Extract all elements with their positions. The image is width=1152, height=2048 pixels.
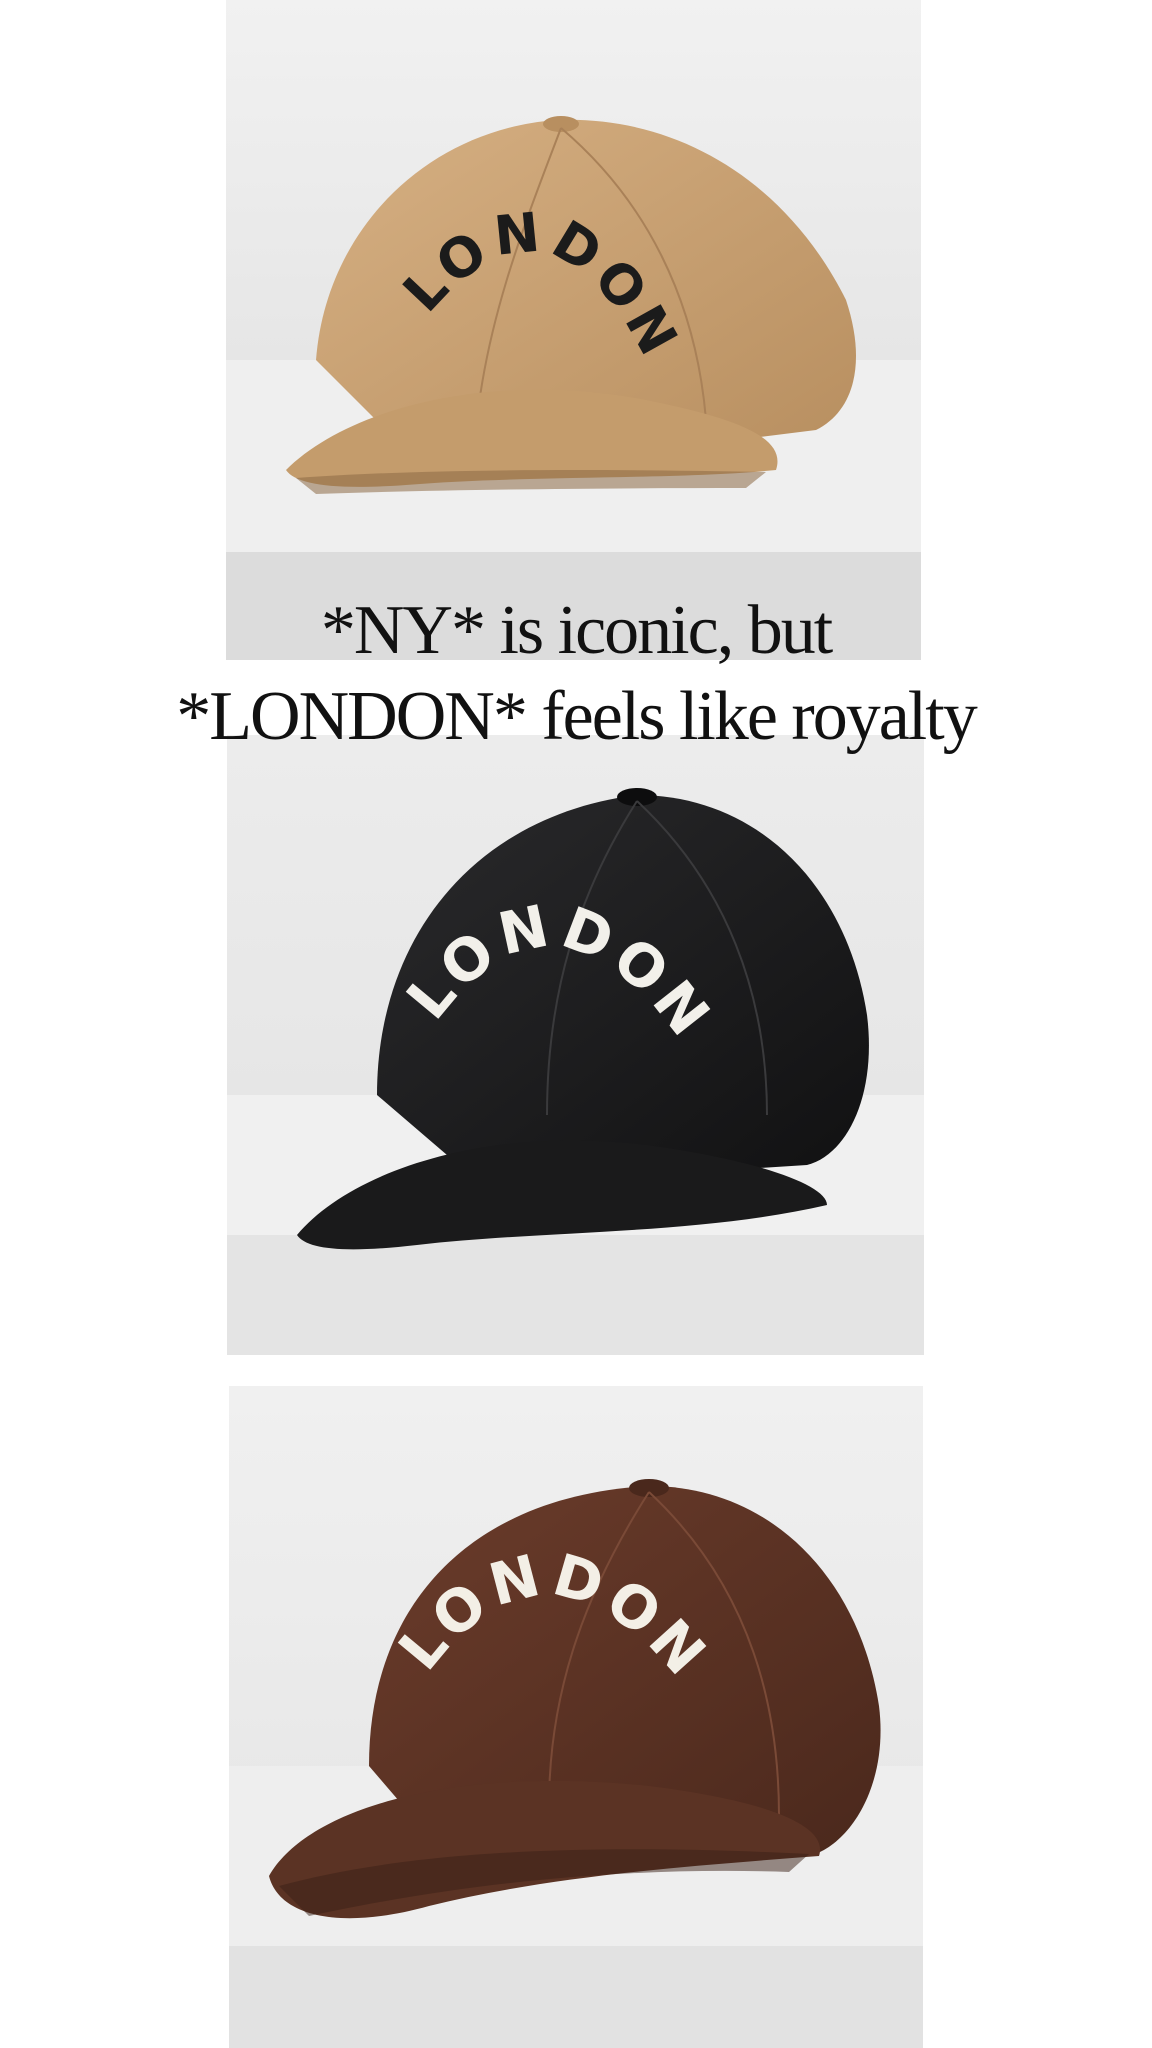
caption-line-2: *LONDON* feels like royalty [176, 678, 977, 755]
brown-cap-image: LONDON [229, 1386, 923, 2048]
product-photo-black-cap: LONDON [227, 735, 924, 1355]
caption-line-1: *NY* is iconic, but [320, 592, 833, 669]
caption: *NY* is iconic, but *LONDON* feels like … [0, 588, 1152, 760]
black-cap-image: LONDON [227, 735, 924, 1355]
product-photo-brown-cap: LONDON [229, 1386, 923, 2048]
product-photo-tan-cap: LONDON [226, 0, 921, 660]
tan-cap-image: LONDON [226, 0, 921, 660]
